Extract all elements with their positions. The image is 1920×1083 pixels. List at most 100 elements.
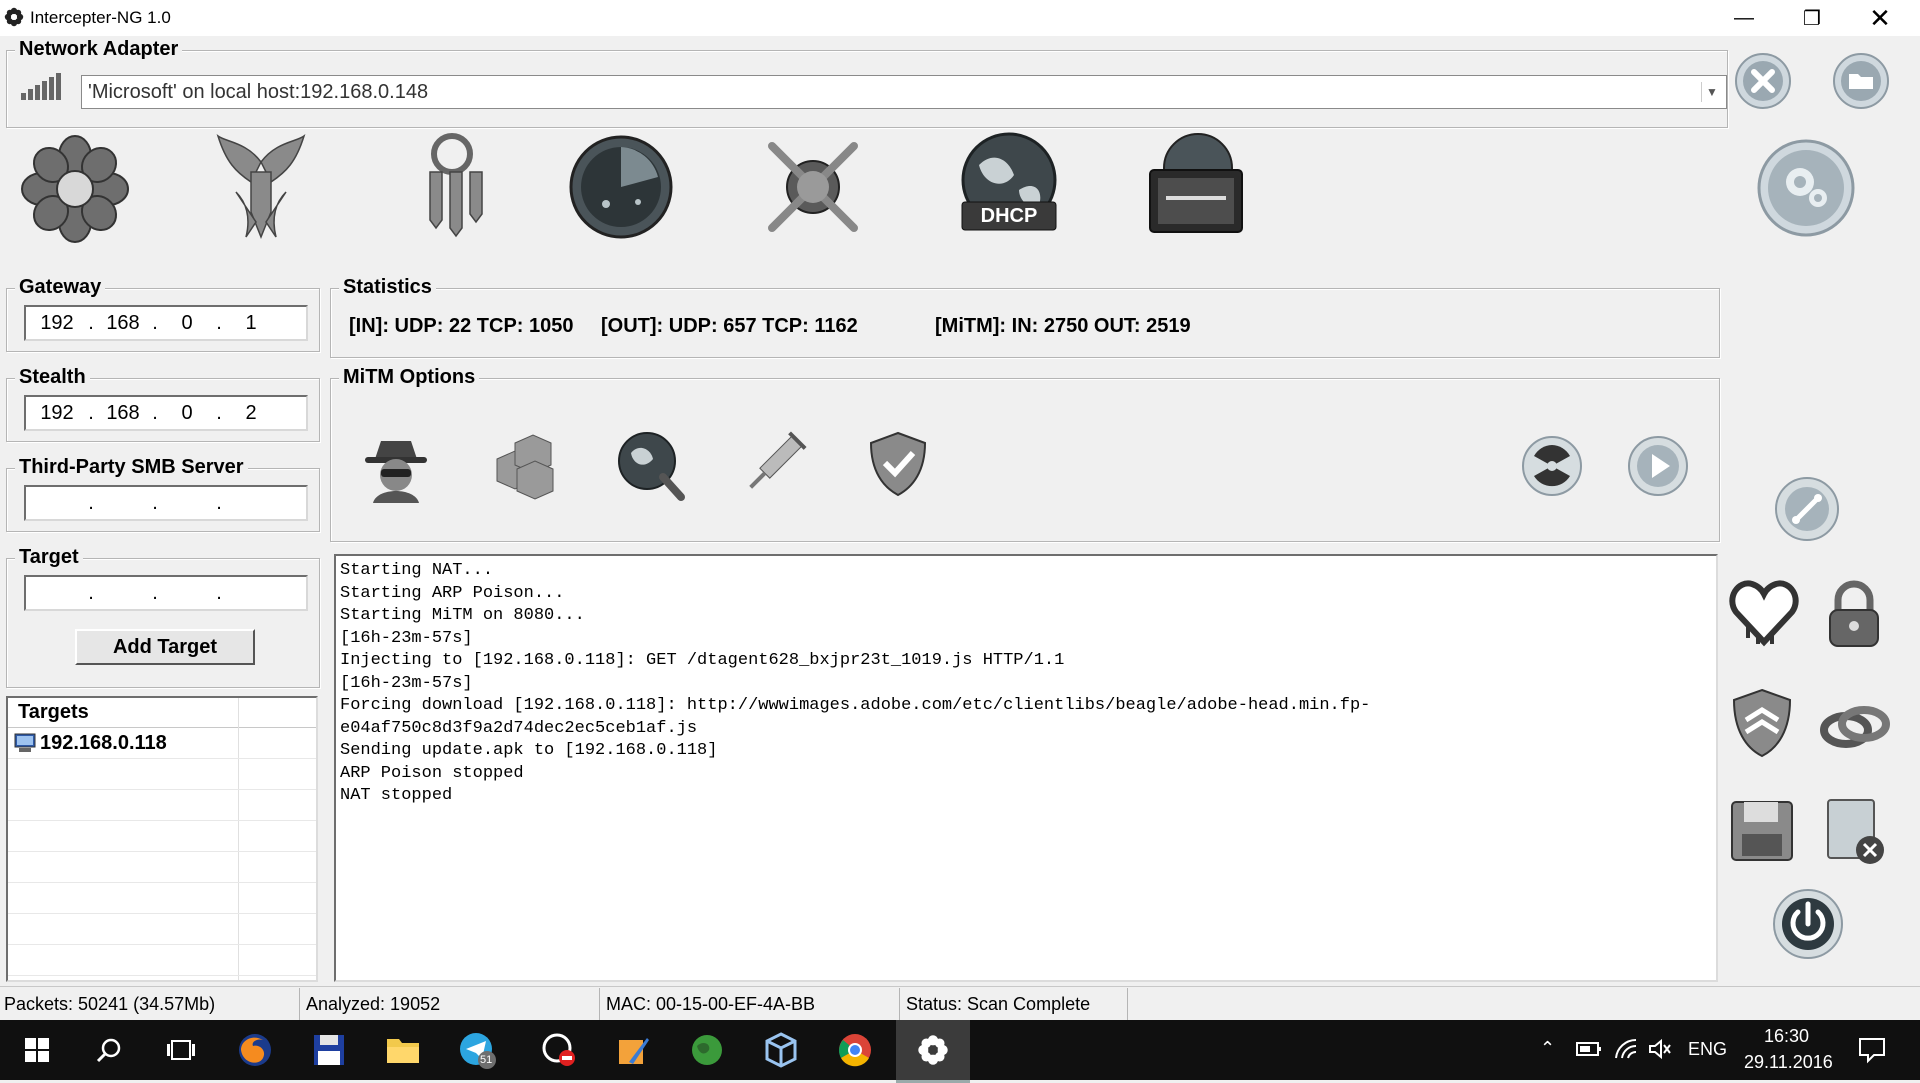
gateway-label: Gateway xyxy=(15,275,106,299)
target-group: Target . . . Add Target xyxy=(6,545,320,688)
status-scan: Status: Scan Complete xyxy=(902,988,1128,1020)
language-indicator[interactable]: ENG xyxy=(1688,1039,1727,1060)
file-explorer-icon[interactable] xyxy=(366,1020,440,1080)
show-hidden-icons-chevron-up-icon[interactable]: ⌃ xyxy=(1540,1038,1555,1059)
play-start-button[interactable] xyxy=(1627,435,1689,497)
dhcp-globe-icon[interactable]: DHCP xyxy=(954,130,1064,240)
save-floppy-icon[interactable] xyxy=(1726,794,1798,866)
targets-rows: 192.168.0.118 xyxy=(8,728,316,976)
log-line: Starting MiTM on 8080... xyxy=(340,606,585,625)
log-line: Sending update.apk to [192.168.0.118] xyxy=(340,741,718,760)
link-bone-button[interactable] xyxy=(1774,476,1840,542)
stealth-label: Stealth xyxy=(15,365,90,389)
log-line: Forcing download [192.168.0.118]: http:/… xyxy=(340,696,1371,715)
minimize-button[interactable]: — xyxy=(1710,0,1778,36)
target-label: Target xyxy=(15,545,83,569)
injection-syringe-icon[interactable] xyxy=(737,427,811,501)
chrome-icon[interactable] xyxy=(818,1020,892,1080)
firefox-icon[interactable] xyxy=(218,1020,292,1080)
add-target-button[interactable]: Add Target xyxy=(75,629,255,665)
clock-time[interactable]: 16:30 xyxy=(1764,1026,1809,1047)
raw-mode-monitor-icon[interactable] xyxy=(1138,130,1248,240)
app-flower-icon xyxy=(4,7,24,27)
target-row[interactable]: 192.168.0.118 xyxy=(8,728,316,759)
gateway-ip-input[interactable]: 192. 168. 0. 1 xyxy=(24,305,308,341)
gateway-group: Gateway 192. 168. 0. 1 xyxy=(6,275,320,352)
statistics-group: Statistics [IN]: UDP: 22 TCP: 1050 [OUT]… xyxy=(330,275,1720,358)
intercepter-taskbar-icon[interactable] xyxy=(896,1020,970,1083)
rings-icon[interactable] xyxy=(1818,690,1890,762)
start-windows-icon[interactable] xyxy=(0,1020,74,1080)
radioactive-button[interactable] xyxy=(1521,435,1583,497)
targets-column-header[interactable]: Targets xyxy=(8,698,316,728)
chevron-down-icon[interactable]: ▼ xyxy=(1701,82,1722,102)
log-line: [16h-23m-57s] xyxy=(340,673,473,693)
network-adapter-value: 'Microsoft' on local host:192.168.0.148 xyxy=(88,80,429,103)
smb-server-group: Third-Party SMB Server . . . xyxy=(6,455,320,532)
log-line: ARP Poison stopped xyxy=(340,763,524,783)
stats-out: [OUT]: UDP: 657 TCP: 1162 xyxy=(601,315,858,337)
clear-log-icon[interactable] xyxy=(1818,794,1890,866)
close-window-button[interactable]: ✕ xyxy=(1846,0,1914,36)
targets-list[interactable]: Targets 192.168.0.118 xyxy=(6,696,318,982)
log-line: Starting NAT... xyxy=(340,561,494,580)
statistics-label: Statistics xyxy=(339,275,436,299)
stop-x-button[interactable] xyxy=(1734,52,1792,110)
log-line: Starting ARP Poison... xyxy=(340,583,565,603)
stats-mitm: [MiTM]: IN: 2750 OUT: 2519 xyxy=(935,315,1191,337)
smb-server-ip-input[interactable]: . . . xyxy=(24,485,308,521)
status-analyzed: Analyzed: 19052 xyxy=(302,988,600,1020)
blocked-app-icon[interactable] xyxy=(522,1020,596,1080)
paint-app-icon[interactable] xyxy=(596,1020,670,1080)
log-line: NAT stopped xyxy=(340,786,453,805)
computer-icon xyxy=(14,733,36,752)
ssl-shield-icon[interactable] xyxy=(861,427,935,501)
sniffer-flower-icon[interactable] xyxy=(20,134,130,244)
log-line: Injecting to [192.168.0.118]: GET /dtage… xyxy=(340,651,1065,670)
heartbleed-icon[interactable] xyxy=(1728,576,1800,648)
volume-muted-icon[interactable] xyxy=(1648,1038,1672,1060)
battery-icon[interactable] xyxy=(1576,1040,1602,1058)
shield-icon[interactable] xyxy=(1726,686,1798,758)
status-mac: MAC: 00-15-00-EF-4A-BB xyxy=(602,988,900,1020)
dhcp-text: DHCP xyxy=(981,205,1038,227)
ray-mode-icon[interactable] xyxy=(758,132,868,242)
mitm-options-label: MiTM Options xyxy=(339,365,480,389)
network-adapter-dropdown[interactable]: 'Microsoft' on local host:192.168.0.148 … xyxy=(81,75,1727,109)
restore-button[interactable]: ❐ xyxy=(1778,0,1846,36)
globe-search-icon[interactable] xyxy=(613,427,687,501)
stealth-ip-input[interactable]: 192. 168. 0. 2 xyxy=(24,395,308,431)
cubes-icon[interactable] xyxy=(487,429,561,503)
stats-in: [IN]: UDP: 22 TCP: 1050 xyxy=(349,315,574,337)
log-output-area[interactable]: Starting NAT... Starting ARP Poison... Sta… xyxy=(334,554,1718,982)
power-button[interactable] xyxy=(1772,888,1844,960)
task-view-icon[interactable] xyxy=(144,1020,218,1080)
search-icon[interactable] xyxy=(72,1020,146,1080)
scanner-radar-icon[interactable] xyxy=(566,132,676,242)
open-folder-button[interactable] xyxy=(1832,52,1890,110)
floppy-app-icon[interactable] xyxy=(292,1020,366,1080)
log-line: e04af750c8d3f9a2d74dec2ec5ceb1af.js xyxy=(340,718,698,738)
telegram-badge: 51 xyxy=(480,1054,493,1066)
log-line: [16h-23m-57s] xyxy=(340,628,473,648)
status-packets: Packets: 50241 (34.57Mb) xyxy=(0,988,300,1020)
globe-app-icon[interactable] xyxy=(670,1020,744,1080)
wifi-icon[interactable] xyxy=(1614,1038,1638,1060)
window-title: Intercepter-NG 1.0 xyxy=(30,8,171,27)
network-adapter-label: Network Adapter xyxy=(15,37,183,61)
network-adapter-group: Network Adapter 'Microsoft' on local hos… xyxy=(6,37,1728,128)
spy-agent-icon[interactable] xyxy=(359,429,433,503)
target-ip-input[interactable]: . . . xyxy=(24,575,308,611)
signal-strength-icon xyxy=(21,73,61,100)
padlock-icon[interactable] xyxy=(1818,578,1890,650)
resurrection-phoenix-icon[interactable] xyxy=(206,132,316,242)
mitm-options-group: MiTM Options xyxy=(330,365,1720,542)
notifications-icon[interactable] xyxy=(1858,1036,1886,1064)
stealth-group: Stealth 192. 168. 0. 2 xyxy=(6,365,320,442)
passwords-keys-icon[interactable] xyxy=(400,130,510,240)
clock-date[interactable]: 29.11.2016 xyxy=(1744,1052,1833,1073)
settings-gear-button[interactable] xyxy=(1756,138,1856,238)
virtualbox-icon[interactable] xyxy=(744,1020,818,1080)
telegram-icon[interactable]: 51 xyxy=(440,1020,514,1080)
smb-server-label: Third-Party SMB Server xyxy=(15,455,248,479)
